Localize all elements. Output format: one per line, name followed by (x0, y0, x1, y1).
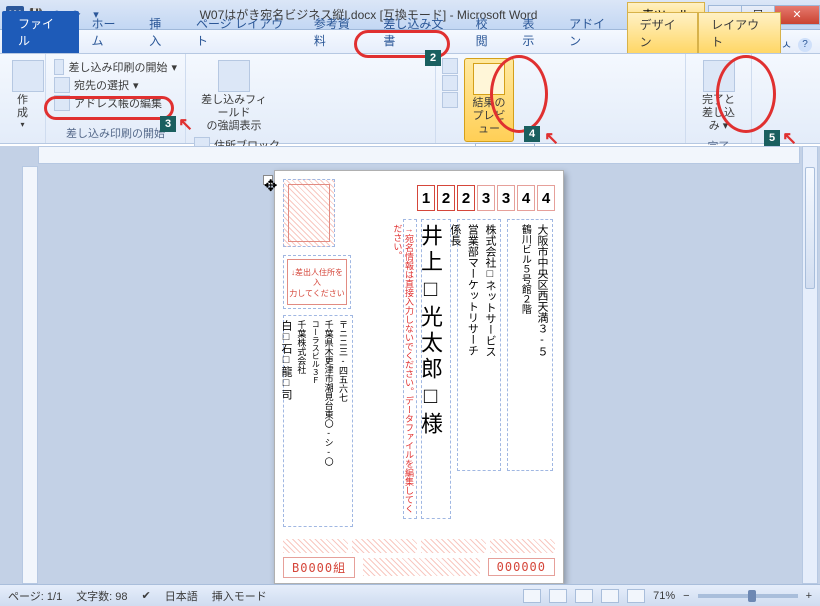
tab-references[interactable]: 参考資料 (302, 11, 371, 53)
edit-recipients-button[interactable]: アドレス帳の編集 (52, 94, 179, 112)
recipient-company-field[interactable]: 株式会社□ネットサービス 営業部マーケットリサーチ 係長 (457, 219, 501, 471)
view-draft-button[interactable] (627, 589, 645, 603)
status-wordcount[interactable]: 文字数: 98 (76, 588, 127, 604)
annotation-badge-3: 3 (160, 116, 176, 132)
tab-design[interactable]: デザイン (627, 12, 698, 53)
annotation-arrow-5: ↖ (782, 128, 797, 149)
zip-digit: 3 (497, 185, 515, 211)
bottom-hatch-strip (283, 539, 555, 553)
zip-digit: 2 (457, 185, 475, 211)
scrollbar-vertical[interactable] (802, 146, 818, 584)
annotation-arrow-3: ↖ (178, 114, 193, 135)
ribbon-tabs: ファイル ホーム 挿入 ページ レイアウト 参考資料 差し込み文書 校閲 表示 … (0, 30, 820, 54)
status-bar: ページ: 1/1 文字数: 98 ✔ 日本語 挿入モード 71% − + (0, 584, 820, 606)
stamp-area (283, 179, 335, 247)
tab-insert[interactable]: 挿入 (137, 11, 184, 53)
start-mailmerge-button[interactable]: 差し込み印刷の開始 ▾ (52, 58, 179, 76)
document-scroll[interactable]: ✥ 1 2 2 3 3 4 4 大阪市中央区西天満３‐５ 鶴川ビル５号館２階 株… (38, 166, 800, 584)
zoom-out-button[interactable]: − (683, 590, 689, 602)
ruler-vertical[interactable] (22, 166, 38, 584)
zoom-slider[interactable] (698, 594, 798, 598)
finish-merge-button[interactable]: 完了と差し込み ▾ (692, 58, 745, 136)
lottery-group-code: B0000組 (283, 557, 355, 578)
status-language[interactable]: 日本語 (165, 588, 198, 604)
zip-digit: 4 (517, 185, 535, 211)
finish-icon (703, 60, 735, 92)
tab-file[interactable]: ファイル (2, 11, 79, 53)
tab-pagelayout[interactable]: ページ レイアウト (184, 11, 302, 53)
edit-list-icon (54, 95, 70, 111)
zip-code-boxes: 1 2 2 3 3 4 4 (417, 185, 555, 211)
annotation-arrow-4: ↖ (544, 128, 559, 149)
zip-digit: 1 (417, 185, 435, 211)
annotation-badge-2: 2 (425, 50, 441, 66)
highlight-fields-button[interactable]: 差し込みフィールドの強調表示 (192, 58, 276, 136)
update-labels-icon[interactable] (442, 92, 458, 108)
highlight-icon (218, 60, 250, 92)
tab-review[interactable]: 校閲 (464, 11, 511, 53)
tab-home[interactable]: ホーム (79, 11, 137, 53)
select-recipients-button[interactable]: 宛先の選択 ▾ (52, 76, 179, 94)
ribbon: 作成▾ 差し込み印刷の開始 ▾ 宛先の選択 ▾ アドレス帳の編集 差し込み印刷の… (0, 54, 820, 144)
mailmerge-icon (54, 59, 64, 75)
postal-mark-icon (363, 558, 480, 576)
status-insertmode[interactable]: 挿入モード (212, 588, 267, 604)
create-button[interactable]: 作成▾ (6, 58, 39, 132)
lottery-number-code: 000000 (488, 558, 555, 576)
magnifier-abc-icon (473, 63, 505, 95)
tab-mailings[interactable]: 差し込み文書 (371, 11, 463, 53)
view-web-button[interactable] (575, 589, 593, 603)
status-proofing-icon[interactable]: ✔ (142, 589, 151, 602)
match-fields-icon[interactable] (442, 75, 458, 91)
view-printlayout-button[interactable] (523, 589, 541, 603)
status-page[interactable]: ページ: 1/1 (8, 588, 62, 604)
recipient-address-field[interactable]: 大阪市中央区西天満３‐５ 鶴川ビル５号館２階 (507, 219, 553, 471)
zip-digit: 3 (477, 185, 495, 211)
zip-digit: 4 (537, 185, 555, 211)
help-icon[interactable]: ? (798, 38, 812, 52)
tab-view[interactable]: 表示 (510, 11, 557, 53)
zoom-level[interactable]: 71% (653, 590, 675, 602)
sender-address-field[interactable]: 〒ニニ三‐四五六七 千葉県木更津市潮見台東〇‐シ‐〇 コーラスビル３Ｆ 千葉株式… (283, 315, 353, 527)
sender-stamp-placeholder[interactable]: ↓差出人住所を入 力してください (283, 255, 351, 309)
tab-layout[interactable]: レイアウト (698, 12, 781, 53)
annotation-badge-5: 5 (764, 130, 780, 146)
preview-results-button[interactable]: 結果のプレビュー (464, 58, 514, 142)
view-outline-button[interactable] (601, 589, 619, 603)
bottom-codes: B0000組 000000 (283, 557, 555, 577)
table-anchor-icon[interactable]: ✥ (263, 175, 273, 185)
minimize-ribbon-icon[interactable]: ㅅ (781, 36, 792, 53)
zip-digit: 2 (437, 185, 455, 211)
tab-addin[interactable]: アドイン (557, 11, 626, 53)
zoom-in-button[interactable]: + (806, 590, 812, 602)
recipients-icon (54, 77, 70, 93)
warning-text-field: →宛名情報は直接入力しないでください。データファイルを編集してください。 (403, 219, 417, 519)
rules-icon[interactable] (442, 58, 458, 74)
view-fullscreen-button[interactable] (549, 589, 567, 603)
document-area: ✥ 1 2 2 3 3 4 4 大阪市中央区西天満３‐５ 鶴川ビル５号館２階 株… (0, 146, 820, 584)
annotation-badge-4: 4 (524, 126, 540, 142)
envelope-icon (12, 60, 44, 92)
recipient-name-field[interactable]: 井上□光太郎□様 (421, 219, 451, 519)
ruler-horizontal[interactable] (38, 146, 800, 164)
postcard-page: ✥ 1 2 2 3 3 4 4 大阪市中央区西天満３‐５ 鶴川ビル５号館２階 株… (274, 170, 564, 584)
